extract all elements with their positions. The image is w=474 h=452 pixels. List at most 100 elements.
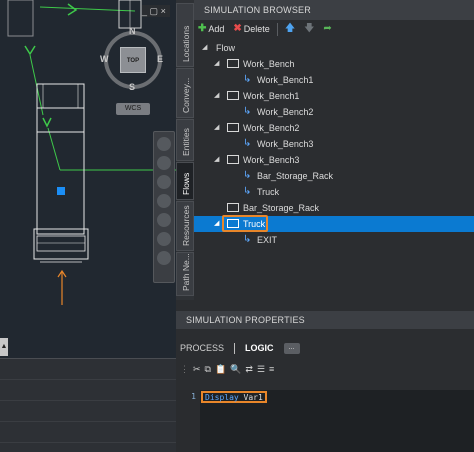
tree-node-link[interactable]: ↳ Truck [194, 184, 474, 200]
tree-node-link[interactable]: ↳ Work_Bench3 [194, 136, 474, 152]
command-area [0, 358, 176, 452]
replace-icon[interactable]: ⇄ [245, 364, 253, 374]
location-icon [227, 91, 239, 100]
grip-icon: ⋮ [180, 364, 189, 374]
path-arrow [24, 45, 36, 56]
arrow-right-icon: ➦ [323, 23, 332, 34]
flow-link-icon: ↳ [243, 138, 252, 149]
flow-link-icon: ↳ [243, 234, 252, 245]
move-up-button[interactable]: 🡅 [283, 21, 297, 37]
tree-node-link[interactable]: ↳ Work_Bench1 [194, 72, 474, 88]
toolbar-divider [276, 22, 278, 36]
compass-east[interactable]: E [157, 54, 163, 64]
more-button[interactable]: ... [283, 342, 300, 354]
path-arrow [67, 3, 78, 16]
editor-toolbar: ⋮ ✂ ⧉ 📋 🔍 ⇄ ☰ ≡ [176, 361, 474, 377]
truck-outline [36, 83, 85, 235]
tab-divider [234, 342, 236, 354]
flow-link-icon: ↳ [243, 106, 252, 117]
line-number-gutter: 1 [176, 390, 200, 452]
cad-viewport[interactable]: _ ▢ × N W E S TOP WCS ▲ [0, 0, 176, 452]
tab-entities[interactable]: Entities [176, 119, 194, 161]
find-icon[interactable]: 🔍 [230, 364, 241, 374]
browser-toolbar: ✚ Add ✖ Delete 🡅 🡇 ➦ [194, 20, 474, 38]
navigation-bar [153, 131, 175, 283]
plus-icon: ✚ [198, 23, 207, 34]
tree-node-location[interactable]: ◢ Work_Bench2 [194, 120, 474, 136]
full-navigation-wheel-icon[interactable] [157, 137, 171, 151]
tab-logic[interactable]: LOGIC [245, 343, 274, 353]
tab-locations[interactable]: Locations [176, 3, 194, 67]
tab-path-networks[interactable]: Path Ne... [176, 252, 194, 296]
location-icon [227, 155, 239, 164]
code-line[interactable]: Display Var1 [201, 391, 267, 403]
expanded-caret-icon[interactable]: ◢ [214, 88, 219, 104]
minimize-icon[interactable]: _ [142, 6, 147, 16]
tree-node-location[interactable]: ◢ Work_Bench3 [194, 152, 474, 168]
showmotion-icon[interactable] [157, 213, 171, 227]
close-icon[interactable]: × [161, 6, 166, 16]
browser-vertical-tabs: Locations Convey... Entities Flows Resou… [176, 0, 194, 300]
compass-north[interactable]: N [129, 26, 136, 36]
x-icon: ✖ [233, 23, 242, 34]
browser-title: SIMULATION BROWSER [194, 0, 474, 20]
tree-node-location[interactable]: Bar_Storage_Rack [194, 200, 474, 216]
expanded-caret-icon[interactable]: ◢ [214, 216, 219, 232]
maximize-icon[interactable]: ▢ [150, 6, 159, 16]
compass-south[interactable]: S [129, 82, 135, 92]
tree-node-location[interactable]: ◢ Work_Bench1 [194, 88, 474, 104]
viewport-window-controls[interactable]: _ ▢ × [142, 5, 170, 17]
viewcube[interactable]: N W E S TOP [98, 20, 170, 100]
orbit-icon[interactable] [157, 194, 171, 208]
path-line [39, 6, 136, 12]
go-to-button[interactable]: ➦ [321, 21, 333, 37]
expanded-caret-icon[interactable]: ◢ [214, 152, 219, 168]
expanded-caret-icon[interactable]: ◢ [214, 120, 219, 136]
flow-link-icon: ↳ [243, 74, 252, 85]
simulation-properties: SIMULATION PROPERTIES PROCESS LOGIC ... … [176, 311, 474, 452]
tree-node-location[interactable]: ◢ Work_Bench [194, 56, 474, 72]
paste-icon[interactable]: 📋 [215, 364, 226, 374]
copy-icon[interactable]: ⧉ [205, 364, 211, 374]
comment-icon[interactable]: ☰ [257, 364, 265, 374]
flow-link-icon: ↳ [243, 186, 252, 197]
wcs-menu[interactable]: WCS [116, 103, 150, 115]
uncomment-icon[interactable]: ≡ [269, 364, 274, 374]
delete-button[interactable]: ✖ Delete [231, 21, 271, 37]
path-arrow [42, 117, 52, 128]
simulation-browser: SIMULATION BROWSER ✚ Add ✖ Delete 🡅 🡇 ➦ … [194, 0, 474, 300]
tab-process[interactable]: PROCESS [180, 343, 224, 353]
arrow-up-icon: 🡅 [284, 23, 296, 34]
cut-icon[interactable]: ✂ [193, 364, 201, 374]
tree-node-truck-selected[interactable]: ◢ Truck [194, 215, 474, 232]
location-icon [227, 123, 239, 132]
pan-icon[interactable] [157, 156, 171, 170]
add-button[interactable]: ✚ Add [196, 21, 226, 37]
expanded-caret-icon[interactable]: ◢ [202, 40, 207, 56]
compass-west[interactable]: W [100, 54, 109, 64]
path-line [47, 127, 61, 171]
code-keyword: Display [205, 393, 239, 402]
location-icon [227, 203, 239, 212]
tab-flows[interactable]: Flows [176, 162, 194, 200]
arrow-down-icon: 🡇 [304, 23, 315, 34]
tree-node-link[interactable]: ↳ EXIT [194, 232, 474, 248]
code-argument: Var1 [243, 393, 263, 402]
entity-marker [57, 187, 65, 195]
tree-node-link[interactable]: ↳ Work_Bench2 [194, 104, 474, 120]
properties-title: SIMULATION PROPERTIES [176, 311, 474, 329]
look-icon[interactable] [157, 251, 171, 265]
expanded-caret-icon[interactable]: ◢ [214, 56, 219, 72]
move-down-button[interactable]: 🡇 [302, 21, 316, 37]
tree-node-link[interactable]: ↳ Bar_Storage_Rack [194, 168, 474, 184]
tab-resources[interactable]: Resources [176, 201, 194, 251]
tab-conveyors[interactable]: Convey... [176, 68, 194, 118]
collapse-arrow-icon[interactable]: ▲ [0, 338, 8, 356]
viewcube-top-face[interactable]: TOP [120, 47, 146, 73]
zoom-icon[interactable] [157, 175, 171, 189]
steering-wheel-icon[interactable] [157, 232, 171, 246]
workbench-outline [7, 0, 34, 37]
logic-editor[interactable]: 1 Display Var1 [176, 390, 474, 452]
tree-node-flow[interactable]: ◢ Flow [194, 40, 474, 56]
properties-tabs: PROCESS LOGIC ... [176, 337, 474, 359]
